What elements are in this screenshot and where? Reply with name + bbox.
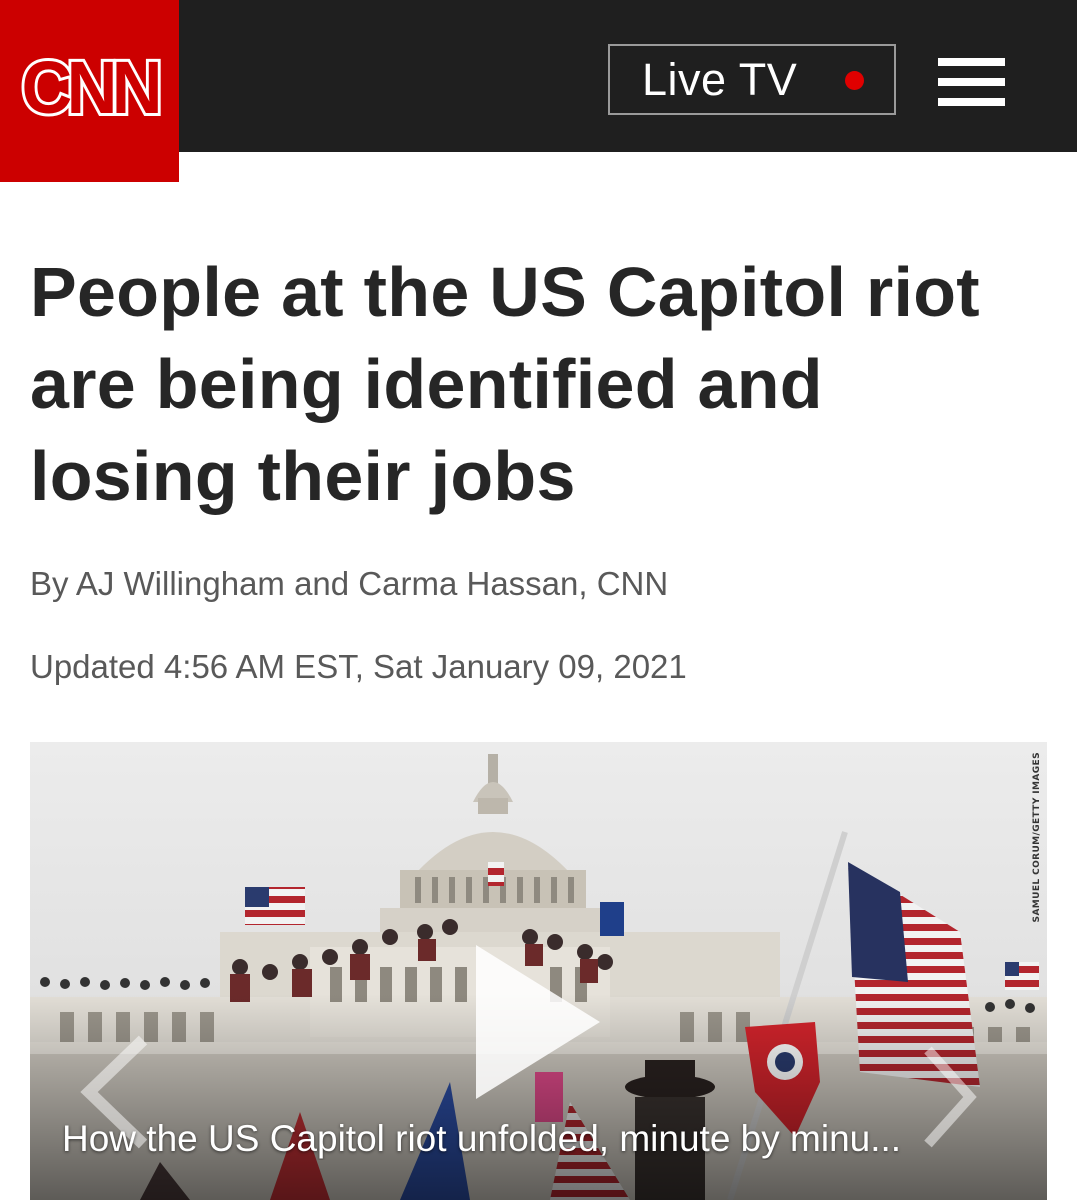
live-tv-button[interactable]: Live TV: [608, 44, 896, 115]
article-headline: People at the US Capitol riot are being …: [30, 253, 980, 515]
menu-line: [938, 58, 1005, 66]
menu-line: [938, 98, 1005, 106]
logo-text: CNN: [19, 46, 166, 129]
cnn-logo[interactable]: CNN: [0, 0, 179, 182]
article-timestamp: Updated 4:56 AM EST, Sat January 09, 202…: [30, 648, 687, 685]
live-tv-label: Live TV: [642, 53, 798, 105]
hamburger-menu-icon[interactable]: [938, 58, 1005, 106]
live-indicator-dot: [845, 71, 864, 90]
article-page: CNN Live TV People at the US Capitol rio…: [0, 0, 1077, 1200]
photo-credit: SAMUEL CORUM/GETTY IMAGES: [1032, 752, 1042, 923]
video-caption[interactable]: How the US Capitol riot unfolded, minute…: [62, 1118, 1037, 1160]
menu-line: [938, 78, 1005, 86]
article-byline: By AJ Willingham and Carma Hassan, CNN: [30, 565, 669, 602]
play-icon[interactable]: [468, 937, 608, 1107]
